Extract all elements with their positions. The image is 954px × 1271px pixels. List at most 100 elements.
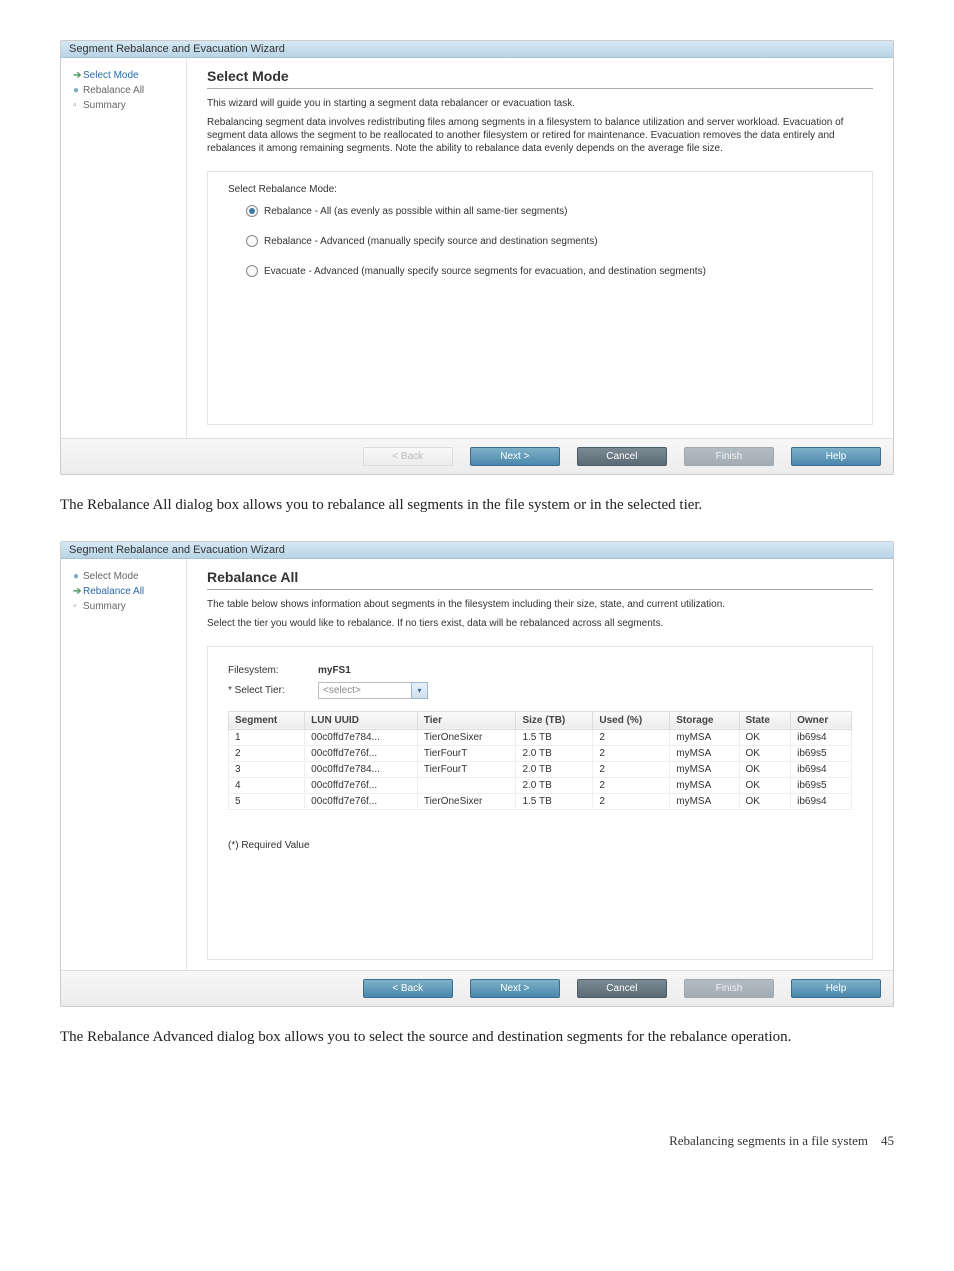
cell-size: 2.0 TB — [516, 745, 593, 761]
cell-state: OK — [739, 745, 791, 761]
cell-size: 2.0 TB — [516, 761, 593, 777]
cell-segment: 2 — [229, 745, 305, 761]
cancel-button[interactable]: Cancel — [577, 447, 667, 466]
cell-tier: TierOneSixer — [417, 729, 516, 745]
cancel-button[interactable]: Cancel — [577, 979, 667, 998]
sidebar-step-rebalance-all[interactable]: ➔ Rebalance All — [61, 584, 186, 599]
cell-storage: myMSA — [670, 745, 739, 761]
col-owner[interactable]: Owner — [791, 711, 852, 729]
sidebar-item-label: Select Mode — [83, 571, 139, 582]
select-placeholder: <select> — [323, 685, 361, 696]
intro-text: This wizard will guide you in starting a… — [207, 97, 873, 110]
col-tier[interactable]: Tier — [417, 711, 516, 729]
cell-storage: myMSA — [670, 729, 739, 745]
help-button[interactable]: Help — [791, 979, 881, 998]
sidebar-step-select-mode[interactable]: ➔ Select Mode — [61, 68, 186, 83]
col-used[interactable]: Used (%) — [593, 711, 670, 729]
main-pane: Select Mode This wizard will guide you i… — [187, 58, 893, 438]
intro-text: The table below shows information about … — [207, 598, 873, 611]
help-button[interactable]: Help — [791, 447, 881, 466]
finish-button: Finish — [684, 979, 774, 998]
section-label: Select Rebalance Mode: — [228, 184, 852, 195]
table-header-row: Segment LUN UUID Tier Size (TB) Used (%)… — [229, 711, 852, 729]
description-text: Select the tier you would like to rebala… — [207, 617, 873, 630]
main-pane: Rebalance All The table below shows info… — [187, 559, 893, 970]
select-tier-row: * Select Tier: <select> ▾ — [228, 682, 852, 699]
cell-uuid: 00c0ffd7e784... — [305, 761, 418, 777]
radio-rebalance-advanced[interactable]: Rebalance - Advanced (manually specify s… — [246, 235, 852, 247]
page-number: 45 — [881, 1133, 894, 1148]
table-row[interactable]: 500c0ffd7e76f...TierOneSixer1.5 TB2myMSA… — [229, 793, 852, 809]
cell-storage: myMSA — [670, 761, 739, 777]
back-button[interactable]: < Back — [363, 979, 453, 998]
cell-segment: 5 — [229, 793, 305, 809]
select-tier-dropdown[interactable]: <select> ▾ — [318, 682, 428, 699]
dot-icon: ● — [73, 571, 83, 582]
wizard-titlebar: Segment Rebalance and Evacuation Wizard — [61, 542, 893, 559]
dot-icon: ● — [73, 85, 83, 96]
sidebar-item-label: Summary — [83, 100, 126, 111]
pane-title: Rebalance All — [207, 569, 873, 590]
cell-owner: ib69s4 — [791, 793, 852, 809]
arrow-icon: ➔ — [73, 586, 83, 597]
pane-title: Select Mode — [207, 68, 873, 89]
wizard-footer: < Back Next > Cancel Finish Help — [61, 438, 893, 474]
sidebar-step-summary[interactable]: ▫ Summary — [61, 98, 186, 113]
wizard-select-mode: Segment Rebalance and Evacuation Wizard … — [60, 40, 894, 475]
cell-owner: ib69s5 — [791, 777, 852, 793]
col-segment[interactable]: Segment — [229, 711, 305, 729]
col-lun-uuid[interactable]: LUN UUID — [305, 711, 418, 729]
cell-state: OK — [739, 729, 791, 745]
cell-storage: myMSA — [670, 793, 739, 809]
cell-used: 2 — [593, 777, 670, 793]
cell-owner: ib69s5 — [791, 745, 852, 761]
radio-icon — [246, 265, 258, 277]
cell-uuid: 00c0ffd7e76f... — [305, 777, 418, 793]
radio-rebalance-all[interactable]: Rebalance - All (as evenly as possible w… — [246, 205, 852, 217]
filesystem-row: Filesystem: myFS1 — [228, 665, 852, 676]
sidebar-step-select-mode[interactable]: ● Select Mode — [61, 569, 186, 584]
cell-tier — [417, 777, 516, 793]
table-row[interactable]: 200c0ffd7e76f...TierFourT2.0 TB2myMSAOKi… — [229, 745, 852, 761]
sidebar-item-label: Rebalance All — [83, 85, 144, 96]
next-button[interactable]: Next > — [470, 979, 560, 998]
cell-tier: TierFourT — [417, 745, 516, 761]
sidebar-step-rebalance-all[interactable]: ● Rebalance All — [61, 83, 186, 98]
cell-state: OK — [739, 793, 791, 809]
cell-storage: myMSA — [670, 777, 739, 793]
cell-owner: ib69s4 — [791, 729, 852, 745]
square-icon: ▫ — [73, 601, 83, 612]
description-text: Rebalancing segment data involves redist… — [207, 116, 873, 155]
radio-evacuate-advanced[interactable]: Evacuate - Advanced (manually specify so… — [246, 265, 852, 277]
wizard-sidebar: ➔ Select Mode ● Rebalance All ▫ Summary — [61, 58, 187, 438]
page-footer: Rebalancing segments in a file system 45 — [0, 1103, 954, 1179]
col-size[interactable]: Size (TB) — [516, 711, 593, 729]
sidebar-step-summary[interactable]: ▫ Summary — [61, 599, 186, 614]
caption-rebalance-advanced: The Rebalance Advanced dialog box allows… — [60, 1027, 894, 1049]
cell-tier: TierOneSixer — [417, 793, 516, 809]
table-row[interactable]: 400c0ffd7e76f...2.0 TB2myMSAOKib69s5 — [229, 777, 852, 793]
cell-size: 1.5 TB — [516, 729, 593, 745]
radio-icon — [246, 235, 258, 247]
table-row[interactable]: 300c0ffd7e784...TierFourT2.0 TB2myMSAOKi… — [229, 761, 852, 777]
cell-used: 2 — [593, 793, 670, 809]
cell-used: 2 — [593, 761, 670, 777]
sidebar-item-label: Summary — [83, 601, 126, 612]
caption-rebalance-all: The Rebalance All dialog box allows you … — [60, 495, 894, 517]
col-storage[interactable]: Storage — [670, 711, 739, 729]
wizard-rebalance-all: Segment Rebalance and Evacuation Wizard … — [60, 541, 894, 1007]
cell-size: 1.5 TB — [516, 793, 593, 809]
filesystem-value: myFS1 — [318, 665, 351, 676]
cell-state: OK — [739, 761, 791, 777]
table-row[interactable]: 100c0ffd7e784...TierOneSixer1.5 TB2myMSA… — [229, 729, 852, 745]
select-tier-label: * Select Tier: — [228, 685, 318, 696]
radio-label: Rebalance - Advanced (manually specify s… — [264, 236, 598, 247]
cell-uuid: 00c0ffd7e784... — [305, 729, 418, 745]
chevron-down-icon: ▾ — [411, 682, 428, 699]
sidebar-item-label: Rebalance All — [83, 586, 144, 597]
col-state[interactable]: State — [739, 711, 791, 729]
next-button[interactable]: Next > — [470, 447, 560, 466]
mode-section: Select Rebalance Mode: Rebalance - All (… — [207, 171, 873, 425]
filesystem-label: Filesystem: — [228, 665, 318, 676]
cell-segment: 3 — [229, 761, 305, 777]
